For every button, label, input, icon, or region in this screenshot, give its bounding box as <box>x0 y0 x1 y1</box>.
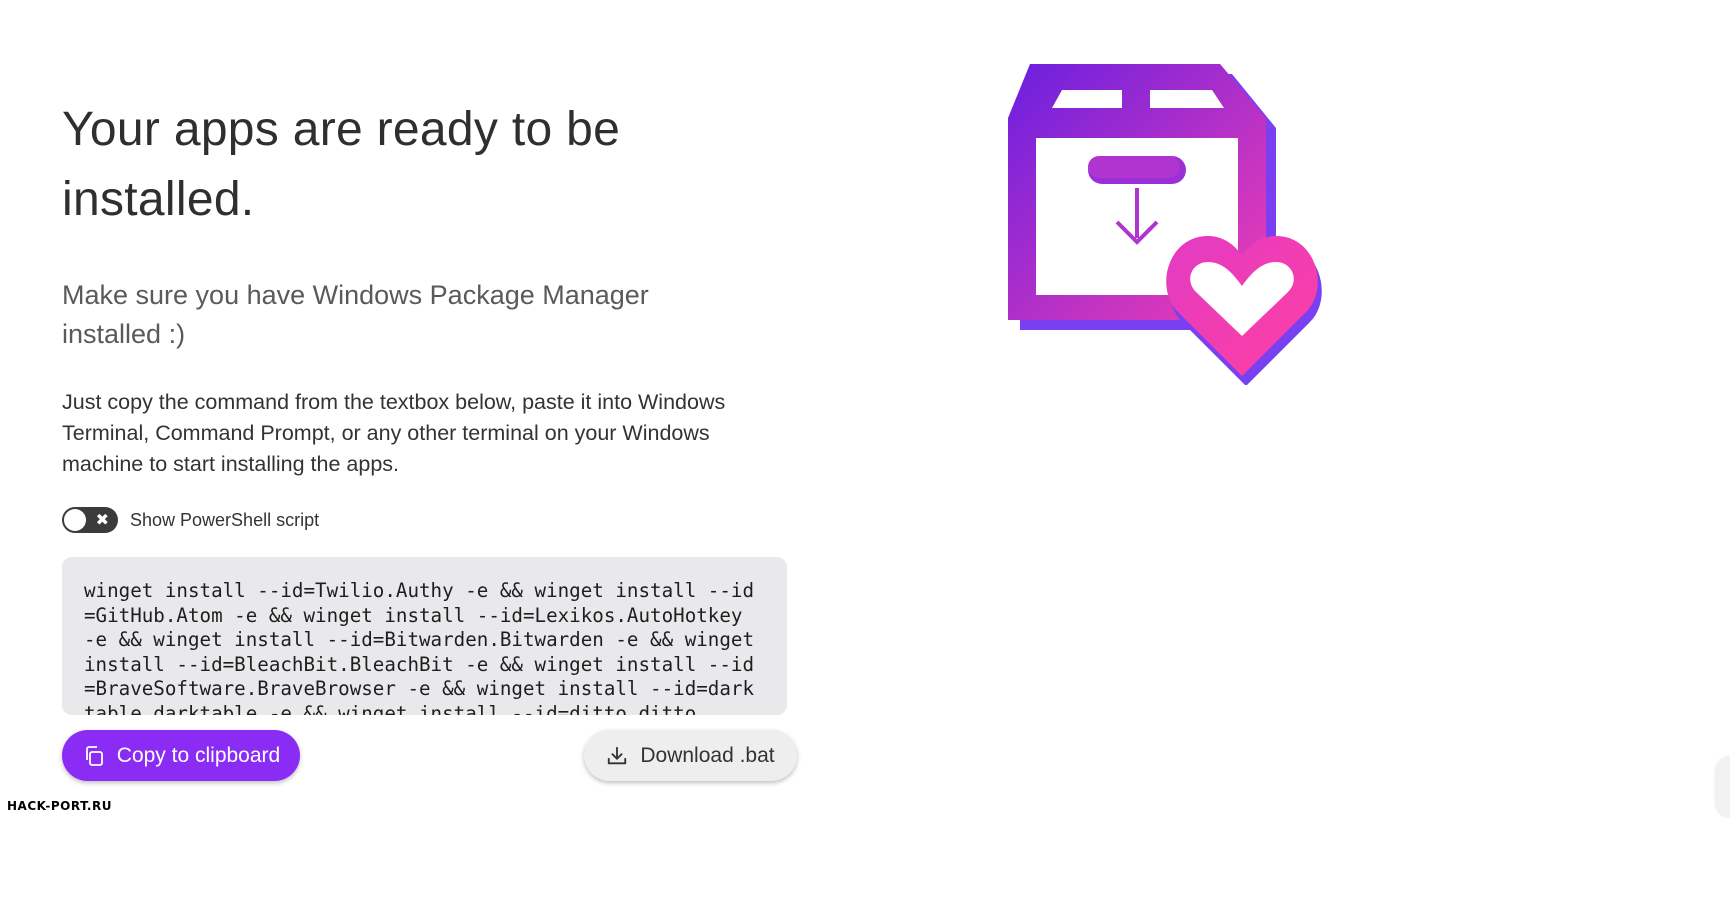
scroll-indicator[interactable] <box>1716 757 1730 817</box>
download-button-label: Download .bat <box>640 743 775 767</box>
copy-to-clipboard-button[interactable]: Copy to clipboard <box>62 730 300 781</box>
download-icon <box>606 745 628 767</box>
download-bat-button[interactable]: Download .bat <box>584 730 797 781</box>
copy-icon <box>82 744 106 768</box>
toggle-label: Show PowerShell script <box>130 509 320 530</box>
powershell-toggle[interactable]: ✖ <box>62 507 118 533</box>
instructions-text: Just copy the command from the textbox b… <box>62 390 726 476</box>
main-content: Your apps are ready to be installed. Mak… <box>62 95 802 715</box>
toggle-knob <box>64 509 86 531</box>
powershell-toggle-row: ✖ Show PowerShell script <box>62 505 802 535</box>
copy-button-label: Copy to clipboard <box>116 743 281 767</box>
subtitle: Make sure you have Windows Package Manag… <box>62 280 649 349</box>
page-title: Your apps are ready to be installed. <box>62 103 621 226</box>
command-text: winget install --id=Twilio.Authy -e && w… <box>84 579 766 715</box>
close-icon: ✖ <box>95 510 109 529</box>
command-textbox[interactable]: winget install --id=Twilio.Authy -e && w… <box>62 557 787 715</box>
page: Your apps are ready to be installed. Mak… <box>0 0 1730 903</box>
package-heart-icon <box>1000 60 1330 386</box>
watermark: HACK-PORT.RU <box>7 799 112 813</box>
